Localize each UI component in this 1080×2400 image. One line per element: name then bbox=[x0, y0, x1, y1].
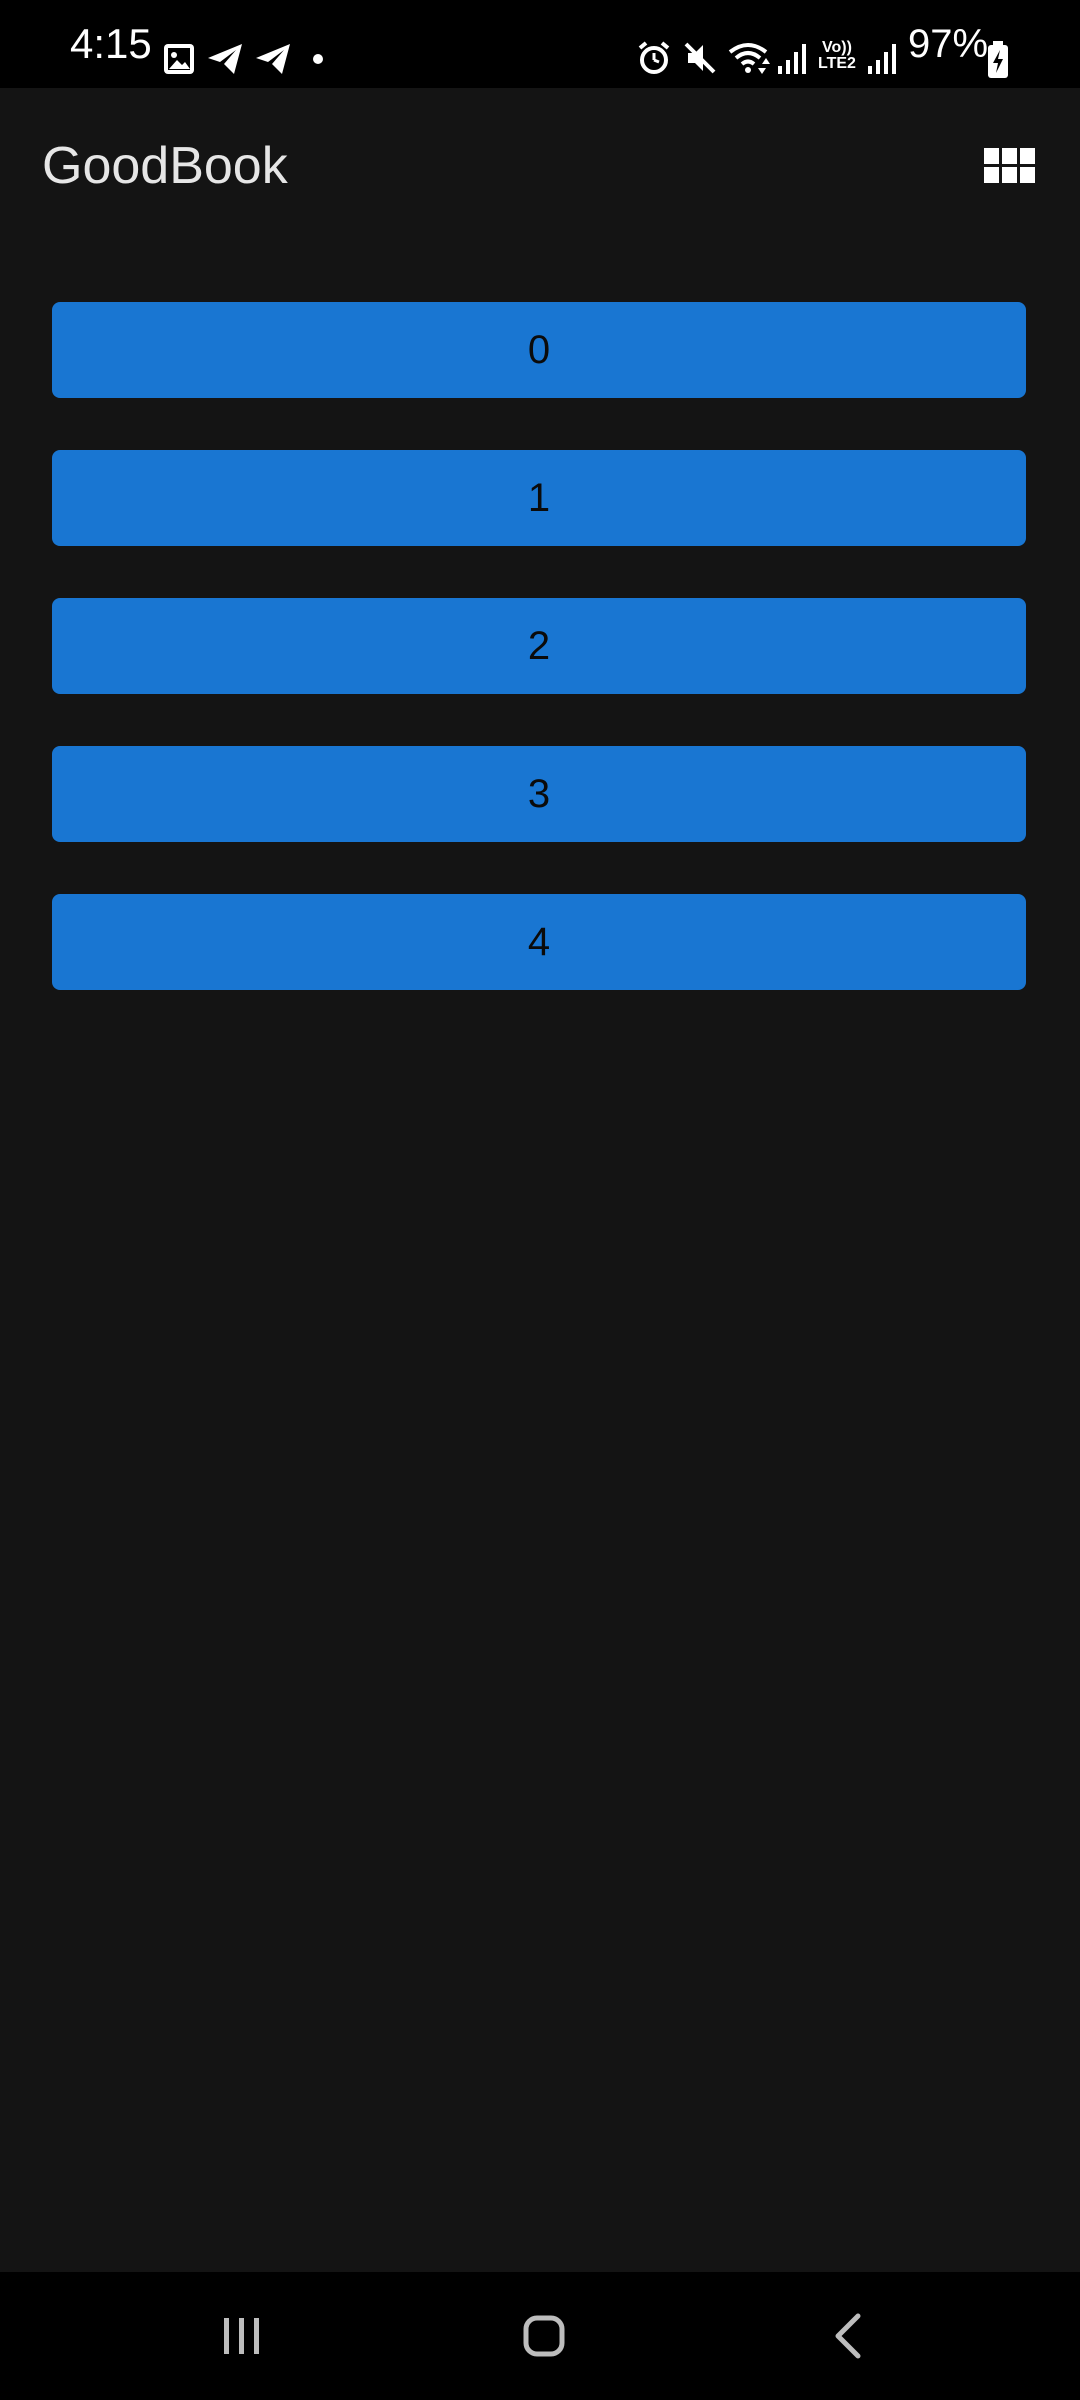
image-icon bbox=[164, 44, 194, 74]
grid-menu-button[interactable] bbox=[980, 136, 1040, 196]
system-nav-bar bbox=[0, 2272, 1080, 2400]
grid-icon bbox=[984, 148, 1035, 183]
back-icon bbox=[835, 2313, 861, 2359]
home-button[interactable] bbox=[504, 2296, 584, 2376]
button-4[interactable]: 4 bbox=[52, 894, 1026, 990]
home-icon bbox=[523, 2315, 565, 2357]
back-button[interactable] bbox=[808, 2296, 888, 2376]
app-bar: GoodBook bbox=[0, 88, 1080, 238]
network-type-label: Vo)) LTE2 bbox=[818, 39, 856, 72]
app-screen: 4:15 Vo)) LTE2 97% GoodBook 0 1 2 3 4 bbox=[0, 0, 1080, 2400]
recents-icon bbox=[224, 2318, 259, 2354]
status-time: 4:15 bbox=[70, 20, 152, 67]
telegram-icon bbox=[208, 44, 242, 74]
recents-button[interactable] bbox=[202, 2296, 282, 2376]
wifi-icon bbox=[728, 43, 770, 74]
alarm-icon bbox=[638, 41, 670, 74]
signal-icon bbox=[778, 44, 806, 74]
telegram-icon bbox=[256, 44, 290, 74]
button-0[interactable]: 0 bbox=[52, 302, 1026, 398]
button-2[interactable]: 2 bbox=[52, 598, 1026, 694]
battery-percent: 97% bbox=[908, 22, 989, 66]
status-bar: 4:15 Vo)) LTE2 97% bbox=[0, 0, 1080, 88]
battery-charging-icon bbox=[988, 41, 1008, 78]
dot-icon bbox=[313, 54, 323, 64]
button-1[interactable]: 1 bbox=[52, 450, 1026, 546]
app-title: GoodBook bbox=[42, 137, 288, 195]
signal-icon bbox=[868, 44, 896, 74]
mute-icon bbox=[684, 42, 716, 74]
button-3[interactable]: 3 bbox=[52, 746, 1026, 842]
